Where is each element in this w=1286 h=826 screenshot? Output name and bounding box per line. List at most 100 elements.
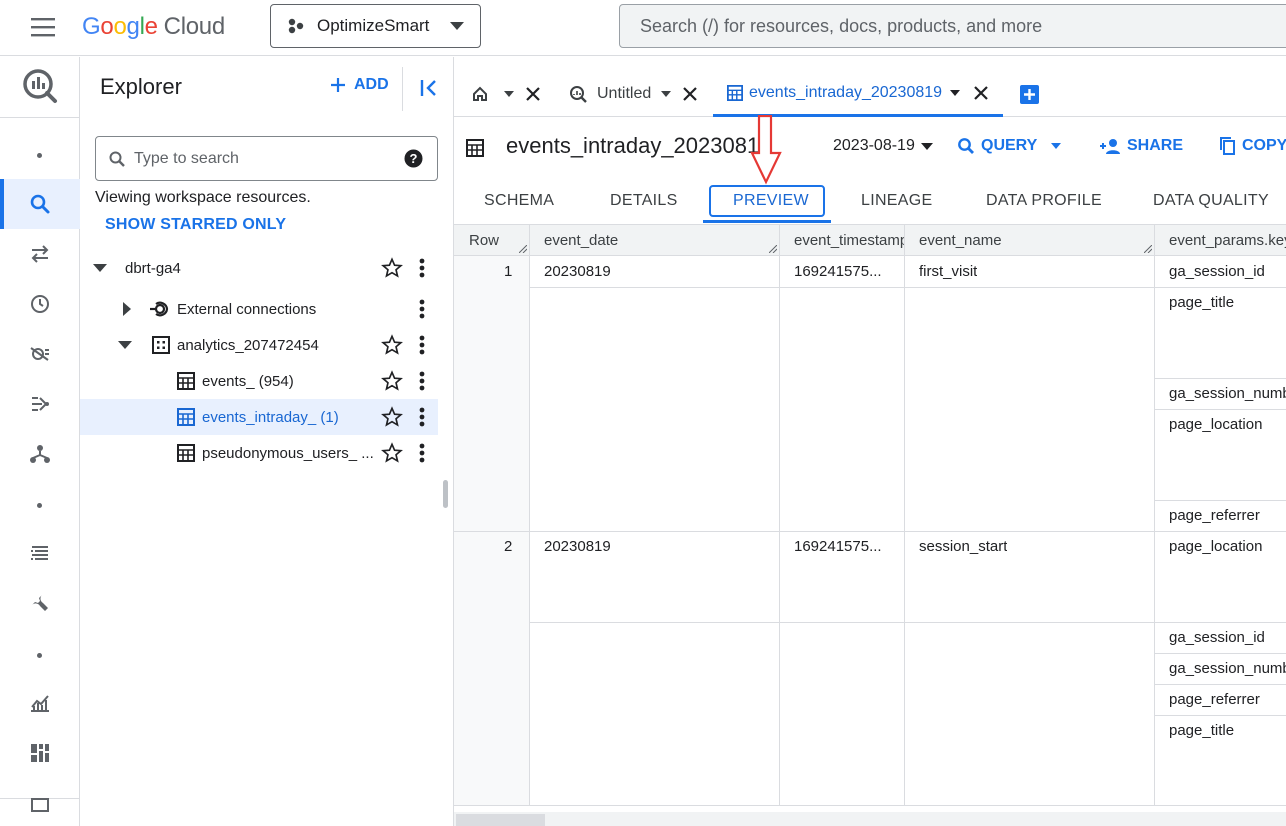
close-tab-icon[interactable]	[526, 87, 540, 101]
project-picker[interactable]: OptimizeSmart	[270, 4, 481, 48]
column-resize-handle[interactable]	[769, 245, 777, 253]
tree-item-project[interactable]: dbrt-ga4	[80, 250, 438, 286]
close-tab-icon[interactable]	[683, 87, 698, 101]
explorer-scrollbar[interactable]	[443, 480, 448, 508]
tab-events-intraday[interactable]: events_intraday_20230819	[713, 71, 1003, 117]
more-vert-icon[interactable]	[419, 334, 425, 356]
star-icon[interactable]	[381, 442, 403, 464]
insights-chart-icon[interactable]	[28, 691, 52, 715]
table-date-picker[interactable]: 2023-08-19	[833, 137, 933, 155]
wrench-icon[interactable]	[28, 591, 52, 615]
more-rail-icon[interactable]	[28, 795, 52, 813]
more-vert-icon[interactable]	[419, 406, 425, 428]
cell-param-key[interactable]: page_referrer	[1169, 507, 1260, 524]
star-icon[interactable]	[381, 257, 403, 279]
share-button[interactable]: SHARE	[1099, 137, 1183, 155]
show-starred-only-link[interactable]: SHOW STARRED ONLY	[105, 216, 286, 234]
column-header-event-date[interactable]: event_date	[544, 232, 724, 249]
star-icon[interactable]	[381, 370, 403, 392]
cell-event-name[interactable]: first_visit	[919, 263, 977, 280]
tab-preview[interactable]: PREVIEW	[733, 192, 809, 210]
add-button[interactable]: ADD	[330, 76, 389, 94]
tree-item-table-events[interactable]: events_ (954)	[80, 363, 438, 399]
tab-home[interactable]	[472, 71, 552, 117]
google-cloud-logo[interactable]: Google Cloud	[82, 10, 225, 44]
query-icon	[569, 85, 587, 103]
caret-down-icon[interactable]	[504, 91, 514, 97]
new-tab-icon[interactable]	[1020, 85, 1039, 104]
tab-data-profile[interactable]: DATA PROFILE	[986, 192, 1102, 210]
tree-item-table-pseudonymous-users[interactable]: pseudonymous_users_ ...	[80, 435, 438, 471]
tree-item-dataset[interactable]: analytics_207472454	[80, 327, 438, 363]
cell-param-key[interactable]: page_location	[1169, 416, 1262, 433]
caret-down-icon[interactable]	[950, 89, 961, 96]
cell-event-timestamp[interactable]: 169241575...	[794, 263, 899, 280]
grid-header-row: Row event_date event_timestamp event_nam…	[454, 225, 1286, 256]
column-header-row[interactable]: Row	[469, 232, 499, 249]
tab-data-quality[interactable]: DATA QUALITY	[1153, 192, 1269, 210]
global-search-input[interactable]: Search (/) for resources, docs, products…	[619, 4, 1286, 48]
cell-param-key[interactable]: ga_session_number	[1169, 385, 1286, 402]
cell-event-date[interactable]: 20230819	[544, 263, 611, 280]
star-icon[interactable]	[381, 334, 403, 356]
more-vert-icon[interactable]	[419, 370, 425, 392]
horizontal-scrollbar[interactable]	[454, 812, 1286, 826]
column-resize-handle[interactable]	[1144, 245, 1152, 253]
table-icon	[177, 372, 195, 390]
caret-down-icon[interactable]	[661, 91, 672, 97]
cell-param-key[interactable]: ga_session_number	[1169, 660, 1286, 677]
transfers-icon[interactable]	[28, 242, 52, 266]
product-rail	[0, 57, 80, 826]
column-header-event-name[interactable]: event_name	[919, 232, 1099, 249]
tab-lineage[interactable]: LINEAGE	[861, 192, 932, 210]
home-icon	[472, 86, 488, 102]
cell-param-key[interactable]: ga_session_id	[1169, 629, 1265, 646]
tree-item-label: dbrt-ga4	[125, 259, 181, 277]
main-menu-icon[interactable]	[30, 16, 56, 38]
column-header-event-timestamp[interactable]: event_timestamp	[794, 232, 904, 249]
tree-item-table-events-intraday[interactable]: events_intraday_ (1)	[80, 399, 438, 435]
copy-button[interactable]: COPY	[1220, 137, 1286, 155]
cell-param-key[interactable]: page_referrer	[1169, 691, 1260, 708]
caret-expanded-icon[interactable]	[93, 264, 107, 272]
cell-event-name[interactable]: session_start	[919, 538, 1007, 555]
caret-expanded-icon[interactable]	[118, 341, 132, 349]
bigquery-logo-icon[interactable]	[21, 67, 59, 105]
cell-event-date[interactable]: 20230819	[544, 538, 611, 555]
tab-untitled[interactable]: Untitled	[569, 71, 703, 117]
star-icon[interactable]	[381, 406, 403, 428]
search-placeholder: Search (/) for resources, docs, products…	[640, 15, 1043, 36]
cell-param-key[interactable]: page_title	[1169, 722, 1234, 739]
tree-item-external-connections[interactable]: External connections	[80, 291, 438, 327]
dataform-icon[interactable]	[28, 392, 52, 416]
preview-results-grid: Row event_date event_timestamp event_nam…	[454, 225, 1286, 806]
tab-schema[interactable]: SCHEMA	[484, 192, 554, 210]
close-tab-icon[interactable]	[974, 85, 988, 100]
dashboard-tiles-icon[interactable]	[28, 741, 52, 765]
analytics-hub-icon[interactable]	[28, 342, 52, 366]
cell-event-timestamp[interactable]: 169241575...	[794, 538, 899, 555]
plus-icon	[330, 77, 346, 93]
cell-param-key[interactable]: ga_session_id	[1169, 263, 1265, 280]
scheduled-queries-icon[interactable]	[28, 292, 52, 316]
row-number: 2	[504, 538, 513, 555]
editor-tab-bar: Untitled events_intraday_20230819	[454, 57, 1286, 117]
column-resize-handle[interactable]	[519, 245, 527, 253]
cell-param-key[interactable]: page_location	[1169, 538, 1262, 555]
more-vert-icon[interactable]	[419, 257, 425, 279]
tab-details[interactable]: DETAILS	[610, 192, 678, 210]
monitoring-list-icon[interactable]	[28, 541, 52, 565]
column-header-event-params-key[interactable]: event_params.key	[1169, 232, 1286, 249]
help-icon[interactable]: ?	[404, 149, 423, 168]
caret-collapsed-icon[interactable]	[123, 302, 131, 316]
explorer-search-input[interactable]: Type to search ?	[95, 136, 438, 181]
search-icon[interactable]	[28, 192, 52, 216]
top-bar: Google Cloud OptimizeSmart Search (/) for…	[0, 0, 1286, 56]
cell-param-key[interactable]: page_title	[1169, 294, 1234, 311]
workflows-icon[interactable]	[28, 442, 52, 466]
query-button[interactable]: QUERY	[957, 137, 1062, 155]
more-vert-icon[interactable]	[419, 442, 425, 464]
more-vert-icon[interactable]	[419, 298, 425, 320]
collapse-panel-icon[interactable]	[418, 77, 440, 99]
horizontal-scrollbar-thumb[interactable]	[456, 814, 545, 826]
